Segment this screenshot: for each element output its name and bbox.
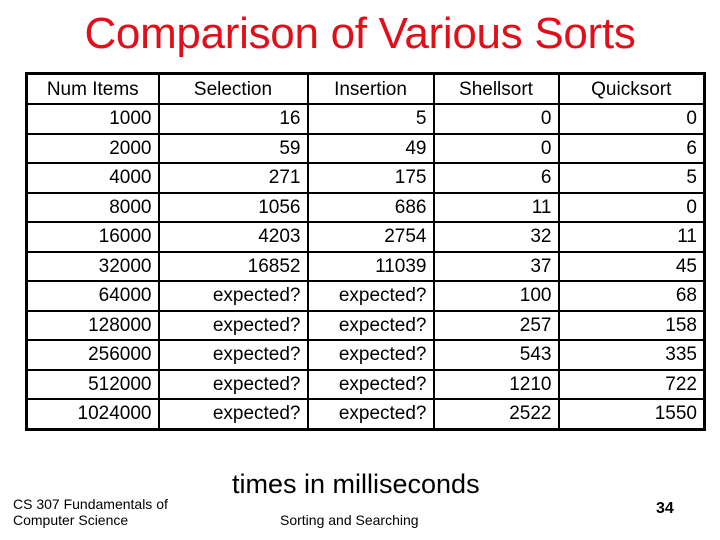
cell-insertion: 11039 (306, 250, 435, 282)
units-note: times in milliseconds (232, 469, 480, 499)
cell-selection: 16 (157, 103, 309, 135)
cell-selection: 16852 (157, 250, 309, 282)
table-row: 256000 expected? expected? 543 335 (25, 339, 706, 371)
cell-quicksort: 158 (557, 309, 706, 341)
cell-shellsort: 37 (432, 250, 560, 282)
cell-quicksort: 335 (557, 339, 706, 371)
cell-shellsort: 1210 (432, 368, 560, 400)
table-row: 4000 271 175 6 5 (25, 162, 706, 194)
header-quicksort: Quicksort (557, 72, 706, 105)
cell-shellsort: 543 (432, 339, 560, 371)
cell-shellsort: 6 (432, 162, 560, 194)
cell-shellsort: 2522 (432, 398, 560, 430)
table-row: 32000 16852 11039 37 45 (25, 250, 706, 282)
footer-course: CS 307 Fundamentals of Computer Science (13, 496, 168, 528)
table-row: 1000 16 5 0 0 (25, 103, 706, 135)
cell-quicksort: 0 (557, 103, 706, 135)
cell-shellsort: 100 (432, 280, 560, 312)
table-row: 64000 expected? expected? 100 68 (25, 280, 706, 312)
cell-insertion: 175 (306, 162, 435, 194)
footer-course-line1: CS 307 Fundamentals of (13, 496, 168, 512)
table-body: 1000 16 5 0 0 2000 59 49 0 6 4000 271 175 6 5 8000 1056 6… (25, 103, 706, 430)
cell-quicksort: 11 (557, 221, 706, 253)
cell-insertion: expected? (306, 339, 435, 371)
table-row: 512000 expected? expected? 1210 722 (25, 368, 706, 400)
cell-num-items: 256000 (25, 339, 160, 371)
page-number: 34 (656, 500, 674, 517)
table-row: 2000 59 49 0 6 (25, 132, 706, 164)
table-row: 1024000 expected? expected? 2522 1550 (25, 398, 706, 430)
cell-selection: expected? (157, 368, 309, 400)
cell-selection: expected? (157, 309, 309, 341)
header-selection: Selection (157, 72, 309, 105)
header-num-items: Num Items (25, 72, 160, 105)
cell-insertion: expected? (306, 368, 435, 400)
cell-insertion: 5 (306, 103, 435, 135)
cell-insertion: 686 (306, 191, 435, 223)
cell-num-items: 32000 (25, 250, 160, 282)
cell-selection: 59 (157, 132, 309, 164)
footer-course-line2: Computer Science (13, 512, 129, 528)
footer-topic: Sorting and Searching (280, 512, 419, 528)
cell-selection: expected? (157, 280, 309, 312)
cell-shellsort: 32 (432, 221, 560, 253)
cell-quicksort: 5 (557, 162, 706, 194)
cell-num-items: 1000 (25, 103, 160, 135)
cell-shellsort: 0 (432, 132, 560, 164)
cell-quicksort: 722 (557, 368, 706, 400)
cell-quicksort: 68 (557, 280, 706, 312)
cell-num-items: 512000 (25, 368, 160, 400)
cell-selection: 1056 (157, 191, 309, 223)
cell-num-items: 64000 (25, 280, 160, 312)
cell-num-items: 128000 (25, 309, 160, 341)
cell-insertion: expected? (306, 398, 435, 430)
cell-num-items: 1024000 (25, 398, 160, 430)
table-header-row: Num Items Selection Insertion Shellsort … (25, 72, 706, 105)
cell-shellsort: 0 (432, 103, 560, 135)
cell-quicksort: 45 (557, 250, 706, 282)
sort-comparison-table: Num Items Selection Insertion Shellsort … (25, 72, 706, 431)
cell-num-items: 2000 (25, 132, 160, 164)
cell-selection: expected? (157, 339, 309, 371)
slide-title: Comparison of Various Sorts (84, 9, 636, 58)
header-shellsort: Shellsort (432, 72, 560, 105)
cell-num-items: 8000 (25, 191, 160, 223)
table-row: 128000 expected? expected? 257 158 (25, 309, 706, 341)
table-row: 16000 4203 2754 32 11 (25, 221, 706, 253)
cell-insertion: expected? (306, 309, 435, 341)
cell-selection: 4203 (157, 221, 309, 253)
cell-quicksort: 6 (557, 132, 706, 164)
cell-shellsort: 11 (432, 191, 560, 223)
header-insertion: Insertion (306, 72, 435, 105)
table-row: 8000 1056 686 11 0 (25, 191, 706, 223)
cell-insertion: expected? (306, 280, 435, 312)
cell-num-items: 4000 (25, 162, 160, 194)
cell-selection: expected? (157, 398, 309, 430)
cell-num-items: 16000 (25, 221, 160, 253)
cell-shellsort: 257 (432, 309, 560, 341)
cell-selection: 271 (157, 162, 309, 194)
cell-quicksort: 0 (557, 191, 706, 223)
cell-insertion: 49 (306, 132, 435, 164)
cell-insertion: 2754 (306, 221, 435, 253)
cell-quicksort: 1550 (557, 398, 706, 430)
